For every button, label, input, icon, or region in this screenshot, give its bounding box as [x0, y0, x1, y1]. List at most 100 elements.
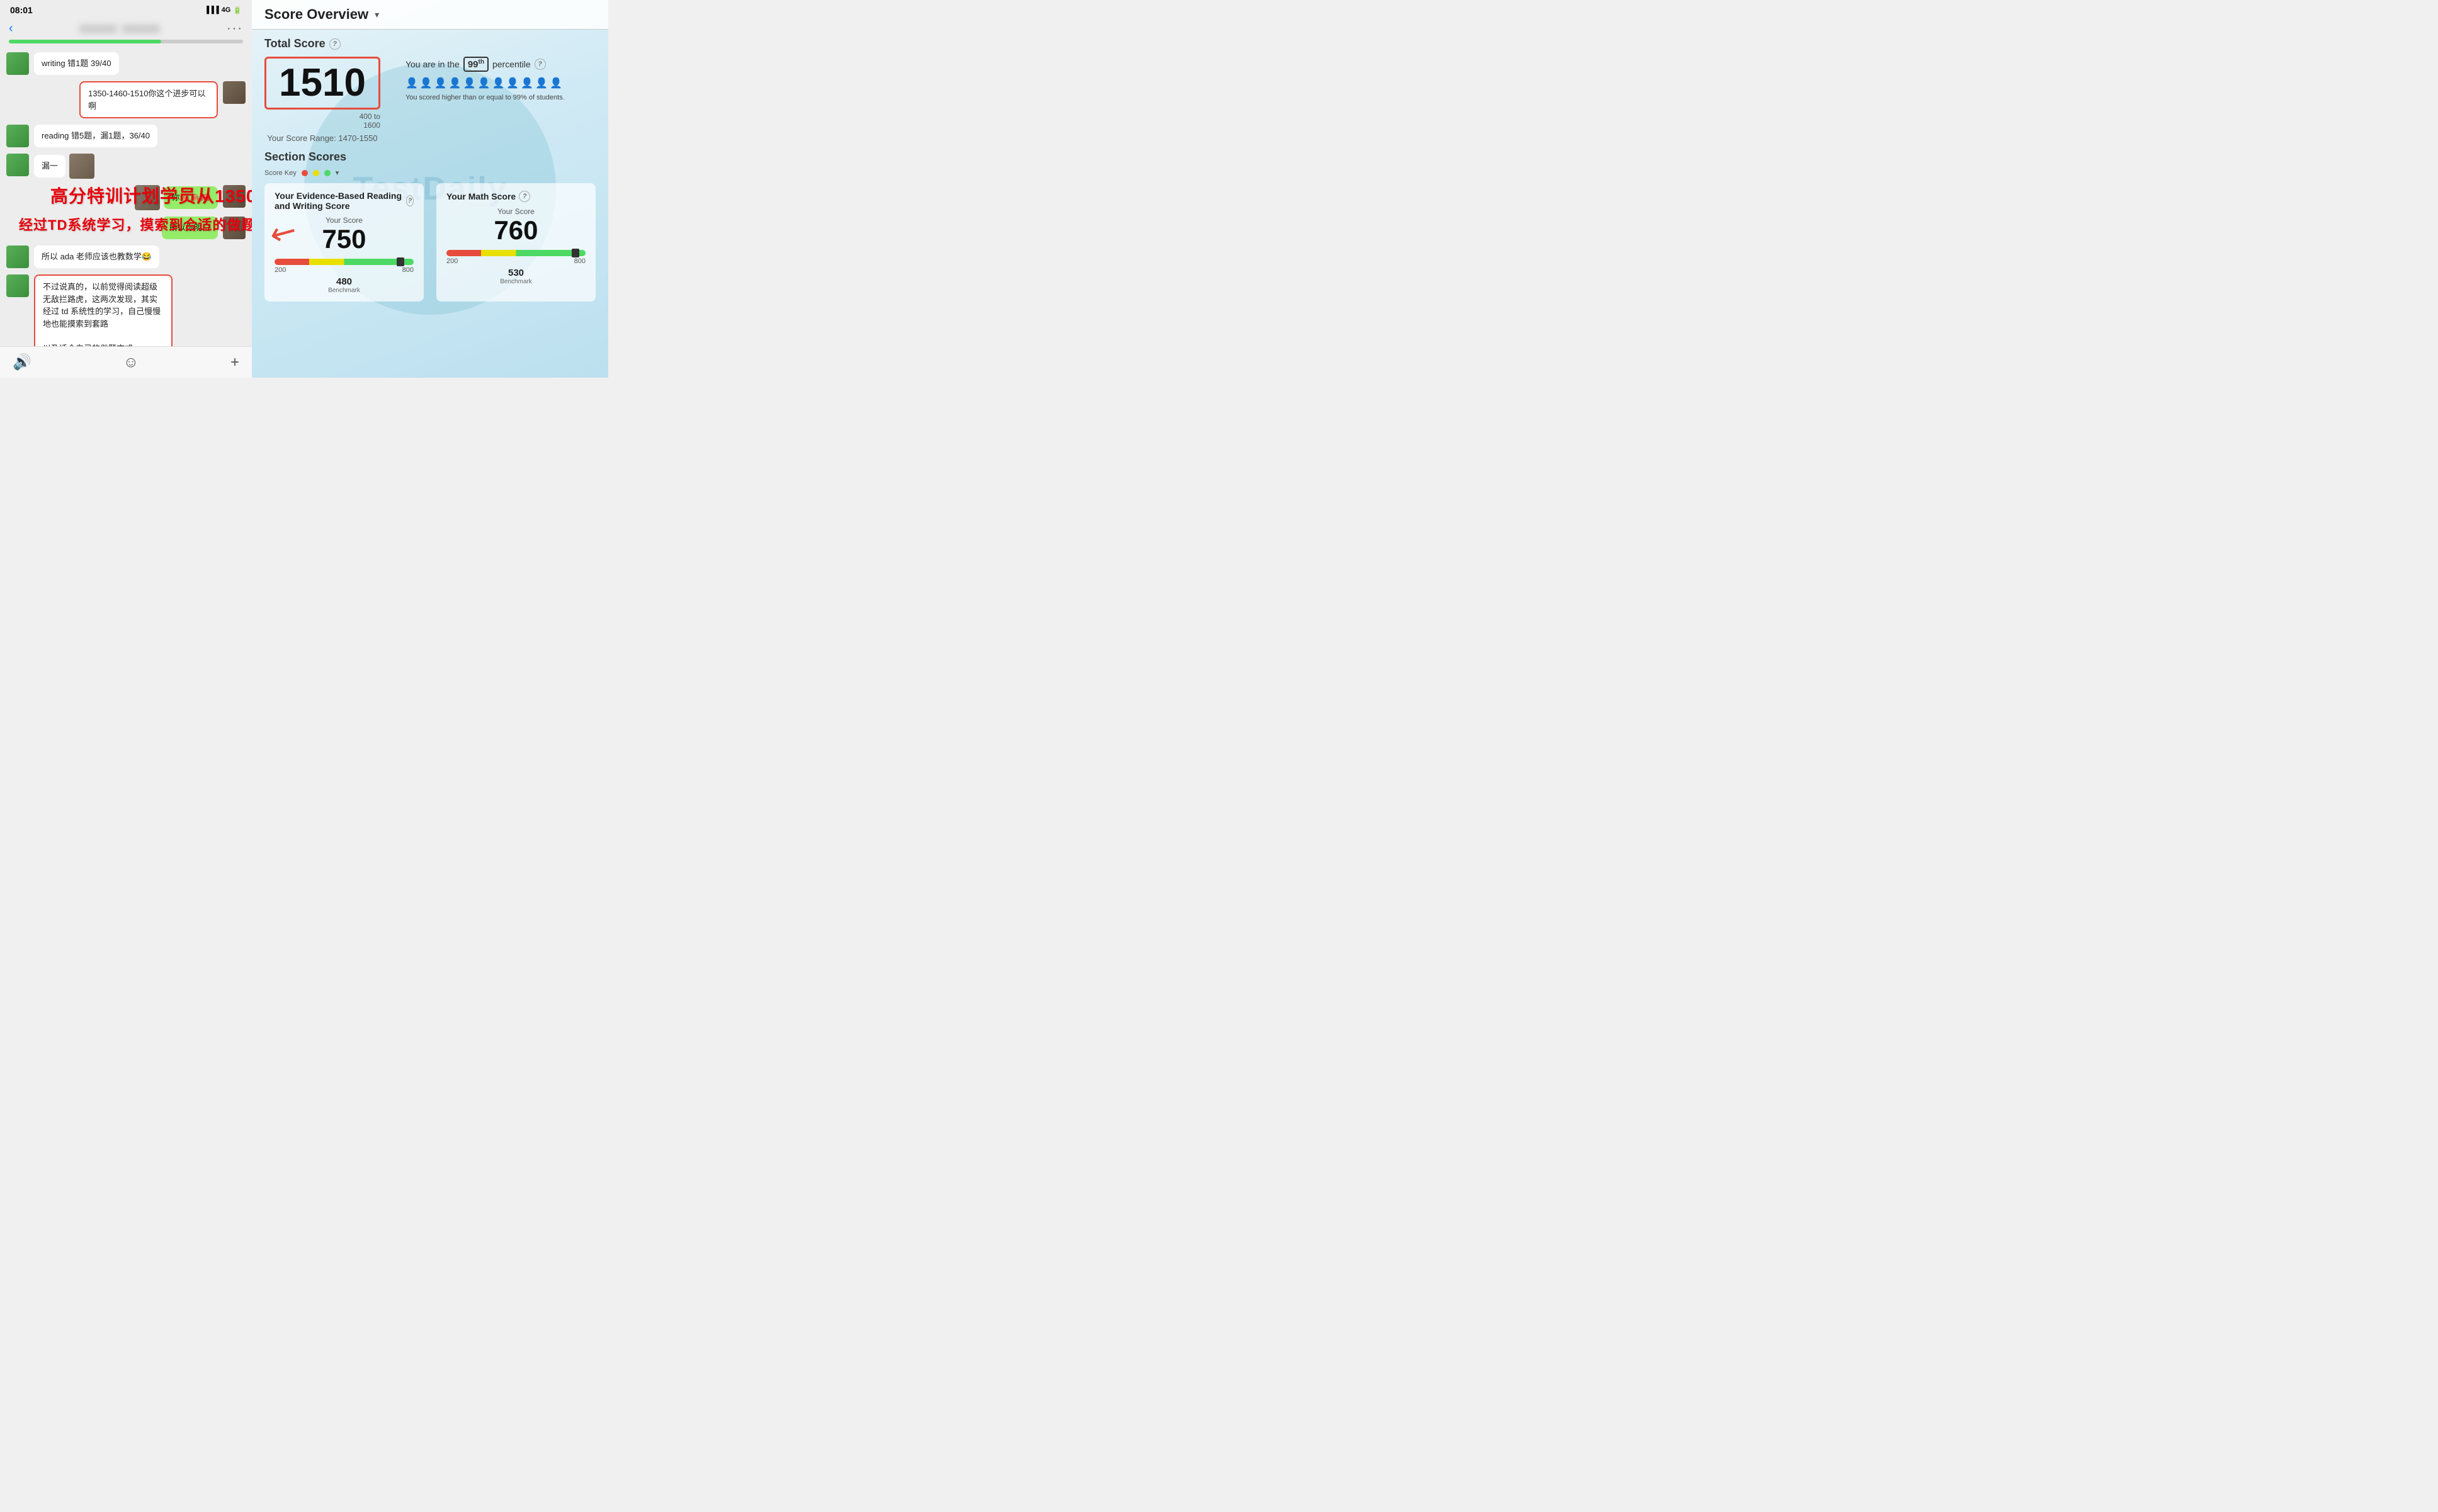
bubble-text: writing 错1题 39/40 [42, 59, 111, 68]
msg-row-reading: reading 错5题，漏1题，36/40 [6, 125, 246, 147]
avatar [6, 52, 29, 75]
math-benchmark-label: Benchmark [446, 278, 586, 285]
person-icon-3: 👤 [434, 77, 447, 89]
percentile-desc: You scored higher than or equal to 99% o… [405, 93, 596, 103]
bubble-writing: writing 错1题 39/40 [34, 52, 119, 75]
total-score-row: 1510 400 to 1600 Your Score Range: 1470-… [264, 57, 596, 143]
msg-row-ada: 所以 ada 老师应该也教数学😂 [6, 245, 246, 268]
progress-bar-bg [9, 40, 243, 43]
score-range-minmax: 400 to 1600 [360, 112, 380, 130]
chat-toolbar: 🔊 ☺ + [0, 346, 252, 378]
bubble-suoyi: 所以你明白 [162, 217, 218, 239]
bubble-you: 你🙈🙈🙈 [164, 186, 218, 209]
nav-title-2 [122, 25, 160, 33]
percentile-text: You are in the 99th percentile ? [405, 57, 596, 72]
bubble-text: 不过说真的，以前觉得阅读超级无敌拦路虎，这两次发现，其实经过 td 系统性的学习… [43, 282, 161, 346]
math-card: Your Math Score ? Your Score 760 200 800… [436, 183, 596, 302]
msg-row-lou: 漏一 [6, 154, 246, 179]
help-icon-percentile[interactable]: ? [535, 59, 546, 70]
help-icon-math[interactable]: ? [519, 191, 530, 202]
avatar-6 [6, 245, 29, 268]
math-benchmark-area: 530 Benchmark [446, 268, 586, 285]
score-header: Score Overview ▾ [252, 0, 608, 30]
status-icons: ▐▐▐ 4G 🔋 [204, 6, 242, 14]
person-icon-9: 👤 [521, 77, 533, 89]
erw-slider-labels: 200 800 [275, 266, 414, 274]
battery-icon: 🔋 [233, 6, 242, 14]
nav-title-1 [79, 25, 117, 33]
bubble-text: 所以你明白 [169, 223, 210, 232]
avatar-4 [223, 185, 246, 208]
avatar-2 [6, 125, 29, 147]
erw-benchmark-area: 480 Benchmark [275, 276, 414, 294]
help-icon-total[interactable]: ? [329, 38, 341, 50]
msg-row-suoyi: 所以你明白 [6, 217, 246, 239]
score-big-box: 1510 [264, 57, 380, 110]
chevron-icon[interactable]: ▾ [336, 169, 339, 177]
emoji-icon[interactable]: ☺ [123, 354, 139, 371]
bubble-1350: 1350-1460-1510你这个进步可以啊 [79, 81, 218, 118]
bubble-text: reading 错5题，漏1题，36/40 [42, 131, 150, 140]
network-label: 4G [222, 6, 231, 14]
person-icon-2: 👤 [420, 77, 433, 89]
person-icon-6: 👤 [478, 77, 490, 89]
key-green [324, 170, 331, 176]
section-scores-label: Section Scores [264, 150, 596, 164]
erw-score-number: 750 [275, 225, 414, 254]
progress-bar-fill [9, 40, 161, 43]
erw-benchmark-val: 480 [275, 276, 414, 287]
percentile-area: You are in the 99th percentile ? 👤 👤 👤 👤… [405, 57, 596, 103]
avatar-7 [6, 274, 29, 297]
help-icon-erw[interactable]: ? [406, 195, 414, 206]
people-icons: 👤 👤 👤 👤 👤 👤 👤 👤 👤 👤 👤 [405, 77, 596, 89]
math-score-number: 760 [446, 216, 586, 245]
status-time: 08:01 [10, 5, 33, 15]
person-icon-7: 👤 [492, 77, 504, 89]
nav-title-area [79, 25, 160, 33]
msg-row: writing 错1题 39/40 [6, 52, 246, 75]
score-big-number: 1510 [279, 64, 366, 103]
person-icon-grey: 👤 [550, 77, 562, 89]
photo-thumb [69, 154, 94, 179]
person-icon-5: 👤 [463, 77, 476, 89]
add-icon[interactable]: + [230, 354, 239, 371]
chat-area[interactable]: writing 错1题 39/40 1350-1460-1510你这个进步可以啊… [0, 47, 252, 346]
back-button[interactable]: ‹ [9, 21, 13, 36]
bubble-long: 不过说真的，以前觉得阅读超级无敌拦路虎，这两次发现，其实经过 td 系统性的学习… [34, 274, 173, 346]
signal-icon: ▐▐▐ [204, 6, 218, 14]
math-slider-thumb [572, 249, 579, 257]
erw-slider-thumb [397, 257, 404, 266]
erw-slider-track [275, 259, 414, 265]
math-slider-track [446, 250, 586, 256]
voice-icon[interactable]: 🔊 [13, 353, 31, 371]
score-content: Total Score ? 1510 400 to 1600 Your Scor… [252, 30, 608, 378]
percentile-badge: 99th [463, 57, 489, 72]
score-panel: TestDaily Score Overview ▾ Total Score ?… [252, 0, 608, 378]
erw-benchmark-label: Benchmark [275, 287, 414, 294]
wechat-panel: 08:01 ▐▐▐ 4G 🔋 ‹ ··· writing 错1题 39/40 [0, 0, 252, 378]
bubble-ada: 所以 ada 老师应该也教数学😂 [34, 245, 159, 268]
total-score-label: Total Score ? [264, 37, 596, 50]
more-button[interactable]: ··· [227, 21, 243, 36]
msg-row-highlighted: 1350-1460-1510你这个进步可以啊 [6, 81, 246, 118]
score-header-title: Score Overview [264, 6, 368, 23]
bubble-text: 你🙈🙈🙈 [171, 193, 210, 202]
erw-card: Your Evidence-Based Reading and Writing … [264, 183, 424, 302]
bubble-text: 漏一 [42, 161, 58, 171]
erw-title: Your Evidence-Based Reading and Writing … [275, 191, 414, 211]
person-icon-10: 👤 [535, 77, 548, 89]
person-icon-1: 👤 [405, 77, 418, 89]
math-benchmark-val: 530 [446, 268, 586, 278]
math-title: Your Math Score ? [446, 191, 586, 202]
chevron-down-icon[interactable]: ▾ [375, 9, 379, 20]
math-score-label: Your Score [446, 207, 586, 216]
score-range-label: Your Score Range: 1470-1550 [264, 133, 380, 143]
msg-row-long: 不过说真的，以前觉得阅读超级无敌拦路虎，这两次发现，其实经过 td 系统性的学习… [6, 274, 246, 346]
avatar-3 [6, 154, 29, 176]
avatar-5 [223, 217, 246, 239]
status-bar: 08:01 ▐▐▐ 4G 🔋 [0, 0, 252, 18]
score-key-label: Score Key [264, 169, 297, 177]
bubble-text: 1350-1460-1510你这个进步可以啊 [88, 89, 205, 111]
math-slider-labels: 200 800 [446, 257, 586, 265]
progress-bar-area [0, 40, 252, 47]
